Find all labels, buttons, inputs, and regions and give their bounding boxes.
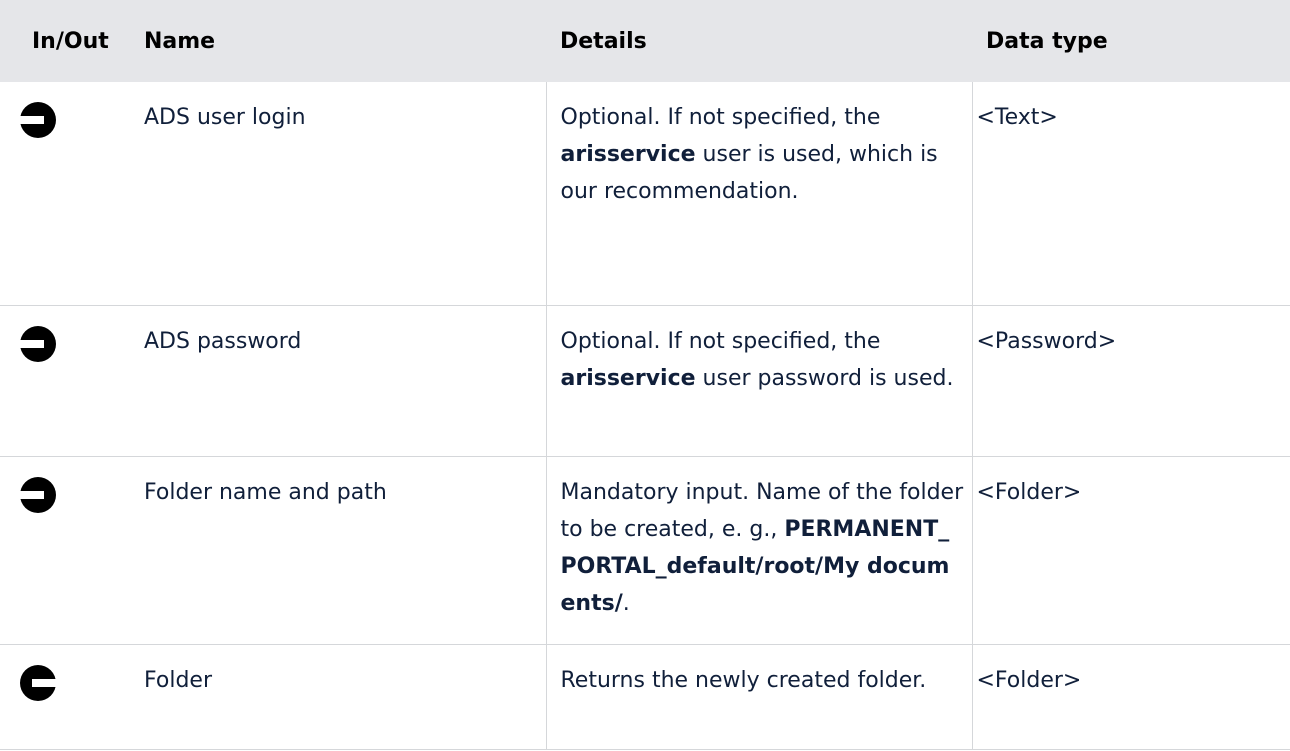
table-row: Folder name and path Mandatory input. Na… xyxy=(0,456,1290,645)
param-name: Folder name and path xyxy=(130,456,546,645)
param-name: ADS user login xyxy=(130,82,546,306)
direction-cell xyxy=(0,456,130,645)
bold-term: arisservice xyxy=(560,142,696,167)
header-row: In/Out Name Details Data type xyxy=(0,0,1290,82)
param-details: Returns the newly created folder. xyxy=(545,644,973,750)
bold-term: arisservice xyxy=(560,365,696,391)
header-datatype: Data type xyxy=(972,0,1290,82)
parameter-table: In/Out Name Details Data type ADS user l… xyxy=(0,0,1290,750)
direction-cell xyxy=(0,305,130,457)
param-datatype: <Text> xyxy=(972,82,1290,306)
arrow-right-icon xyxy=(18,325,56,362)
param-name: Folder xyxy=(130,644,546,750)
table-row: ADS password Optional. If not specified,… xyxy=(0,305,1290,457)
table-header: In/Out Name Details Data type xyxy=(0,0,1290,82)
param-datatype: <Folder> xyxy=(972,456,1290,645)
arrow-right-icon xyxy=(18,476,56,513)
direction-cell xyxy=(0,82,130,306)
param-details: Mandatory input. Name of the folder to b… xyxy=(545,456,973,645)
table-row: ADS user login Optional. If not specifie… xyxy=(0,82,1290,306)
param-details: Optional. If not specified, the arisserv… xyxy=(545,82,973,306)
param-datatype: <Password> xyxy=(972,305,1290,457)
header-details: Details xyxy=(546,0,972,82)
param-datatype: <Folder> xyxy=(972,644,1290,750)
header-name: Name xyxy=(130,0,546,82)
direction-cell xyxy=(0,644,130,750)
param-name: ADS password xyxy=(130,305,546,457)
param-details: Optional. If not specified, the arisserv… xyxy=(545,305,973,457)
arrow-left-icon xyxy=(20,664,58,701)
header-inout: In/Out xyxy=(0,0,130,82)
table-row: Folder Returns the newly created folder.… xyxy=(0,644,1290,750)
arrow-right-icon xyxy=(18,102,56,138)
